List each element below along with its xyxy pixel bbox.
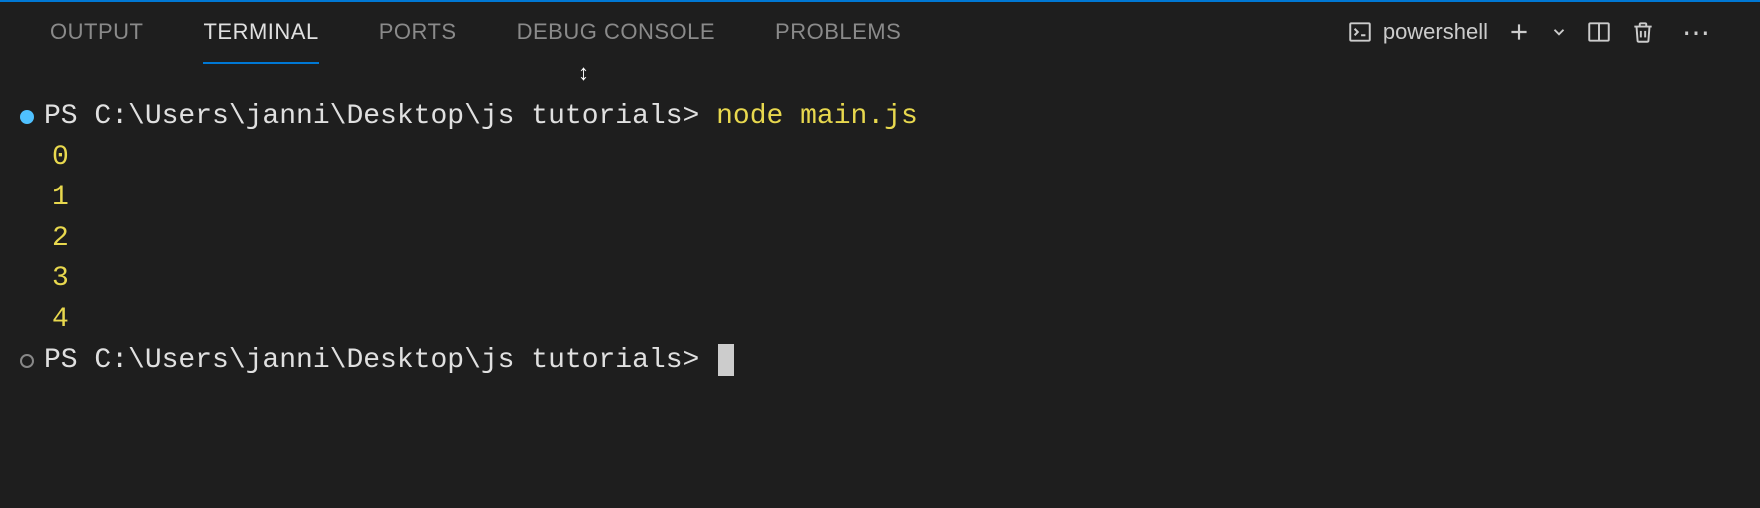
- prompt-text: PS C:\Users\janni\Desktop\js tutorials>: [44, 345, 716, 376]
- tab-ports[interactable]: PORTS: [379, 2, 457, 62]
- command-text: node main.js: [716, 101, 918, 132]
- terminal-line: PS C:\Users\janni\Desktop\js tutorials>: [20, 341, 1740, 382]
- output-line: 3: [20, 259, 1740, 300]
- kill-terminal-button[interactable]: [1630, 19, 1656, 45]
- tab-output[interactable]: OUTPUT: [50, 2, 143, 62]
- shell-name: powershell: [1383, 19, 1488, 45]
- output-line: 2: [20, 219, 1740, 260]
- terminal-dropdown-icon[interactable]: [1550, 23, 1568, 41]
- shell-selector[interactable]: powershell: [1347, 19, 1488, 45]
- terminal-content[interactable]: PS C:\Users\janni\Desktop\js tutorials> …: [0, 62, 1760, 401]
- output-line: 0: [20, 138, 1740, 179]
- status-dot-icon: [20, 110, 34, 124]
- output-line: 1: [20, 178, 1740, 219]
- panel-actions: powershell: [1347, 16, 1710, 49]
- tab-terminal[interactable]: TERMINAL: [203, 2, 318, 62]
- status-dot-icon: [20, 354, 34, 368]
- terminal-icon: [1347, 19, 1373, 45]
- panel-tabs: OUTPUT TERMINAL PORTS DEBUG CONSOLE PROB…: [50, 2, 901, 62]
- split-terminal-button[interactable]: [1586, 19, 1612, 45]
- more-actions-button[interactable]: ⋯: [1674, 16, 1710, 49]
- new-terminal-button[interactable]: [1506, 19, 1532, 45]
- output-line: 4: [20, 300, 1740, 341]
- tab-problems[interactable]: PROBLEMS: [775, 2, 901, 62]
- terminal-line: PS C:\Users\janni\Desktop\js tutorials> …: [20, 97, 1740, 138]
- panel-header: OUTPUT TERMINAL PORTS DEBUG CONSOLE PROB…: [0, 2, 1760, 62]
- tab-debug-console[interactable]: DEBUG CONSOLE: [517, 2, 715, 62]
- cursor-icon: [718, 344, 734, 376]
- prompt-text: PS C:\Users\janni\Desktop\js tutorials>: [44, 101, 716, 132]
